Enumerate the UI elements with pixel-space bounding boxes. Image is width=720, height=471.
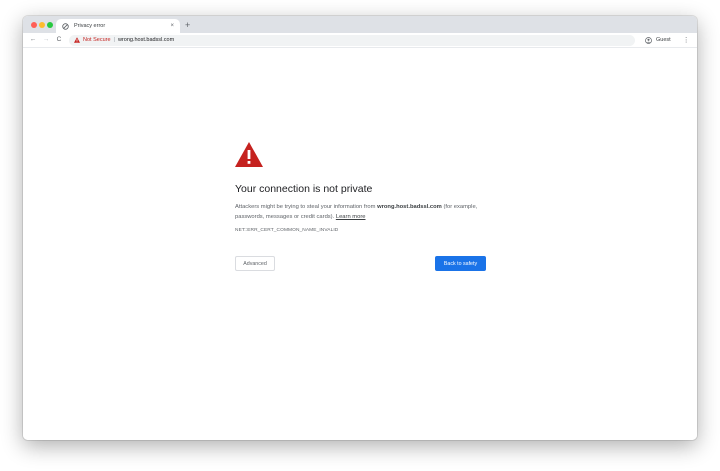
window-minimize-button[interactable]	[39, 22, 45, 28]
not-secure-label[interactable]: Not Secure	[83, 37, 111, 43]
description-host: wrong.host.badssl.com	[377, 204, 442, 210]
window-close-button[interactable]	[31, 22, 37, 28]
more-menu-icon[interactable]: ⋮	[683, 37, 690, 44]
url-text[interactable]: wrong.host.badssl.com	[118, 37, 174, 43]
profile-avatar-icon	[645, 36, 652, 44]
window-maximize-button[interactable]	[47, 22, 53, 28]
broken-lock-icon	[62, 22, 69, 30]
new-tab-button[interactable]: +	[185, 19, 190, 31]
page-title: Your connection is not private	[235, 183, 373, 195]
error-description: Attackers might be trying to steal your …	[235, 202, 495, 222]
forward-button[interactable]: →	[41, 36, 51, 44]
browser-window: Privacy error × + ← → C Not Secure | wro…	[23, 16, 697, 440]
address-bar[interactable]: Not Secure | wrong.host.badssl.com	[69, 34, 635, 46]
tab-title: Privacy error	[74, 23, 106, 29]
learn-more-link[interactable]: Learn more	[336, 214, 366, 220]
address-separator: |	[113, 37, 115, 43]
error-code: NET::ERR_CERT_COMMON_NAME_INVALID	[235, 228, 339, 233]
warning-triangle-icon	[235, 142, 263, 167]
profile-label: Guest	[656, 37, 671, 43]
error-page: Your connection is not private Attackers…	[23, 48, 697, 440]
not-secure-warning-icon[interactable]	[74, 37, 80, 43]
description-text: Attackers might be trying to steal your …	[235, 204, 378, 210]
browser-toolbar: ← → C Not Secure | wrong.host.badssl.com	[23, 33, 697, 48]
profile-button[interactable]: Guest	[645, 36, 671, 44]
tab-privacy-error[interactable]: Privacy error ×	[56, 19, 180, 33]
tab-close-icon[interactable]: ×	[170, 23, 174, 29]
advanced-button[interactable]: Advanced	[235, 256, 275, 271]
back-button[interactable]: ←	[28, 36, 38, 44]
reload-button[interactable]: C	[54, 36, 64, 44]
tab-strip: Privacy error × +	[23, 16, 697, 33]
back-to-safety-button[interactable]: Back to safety	[435, 256, 486, 271]
